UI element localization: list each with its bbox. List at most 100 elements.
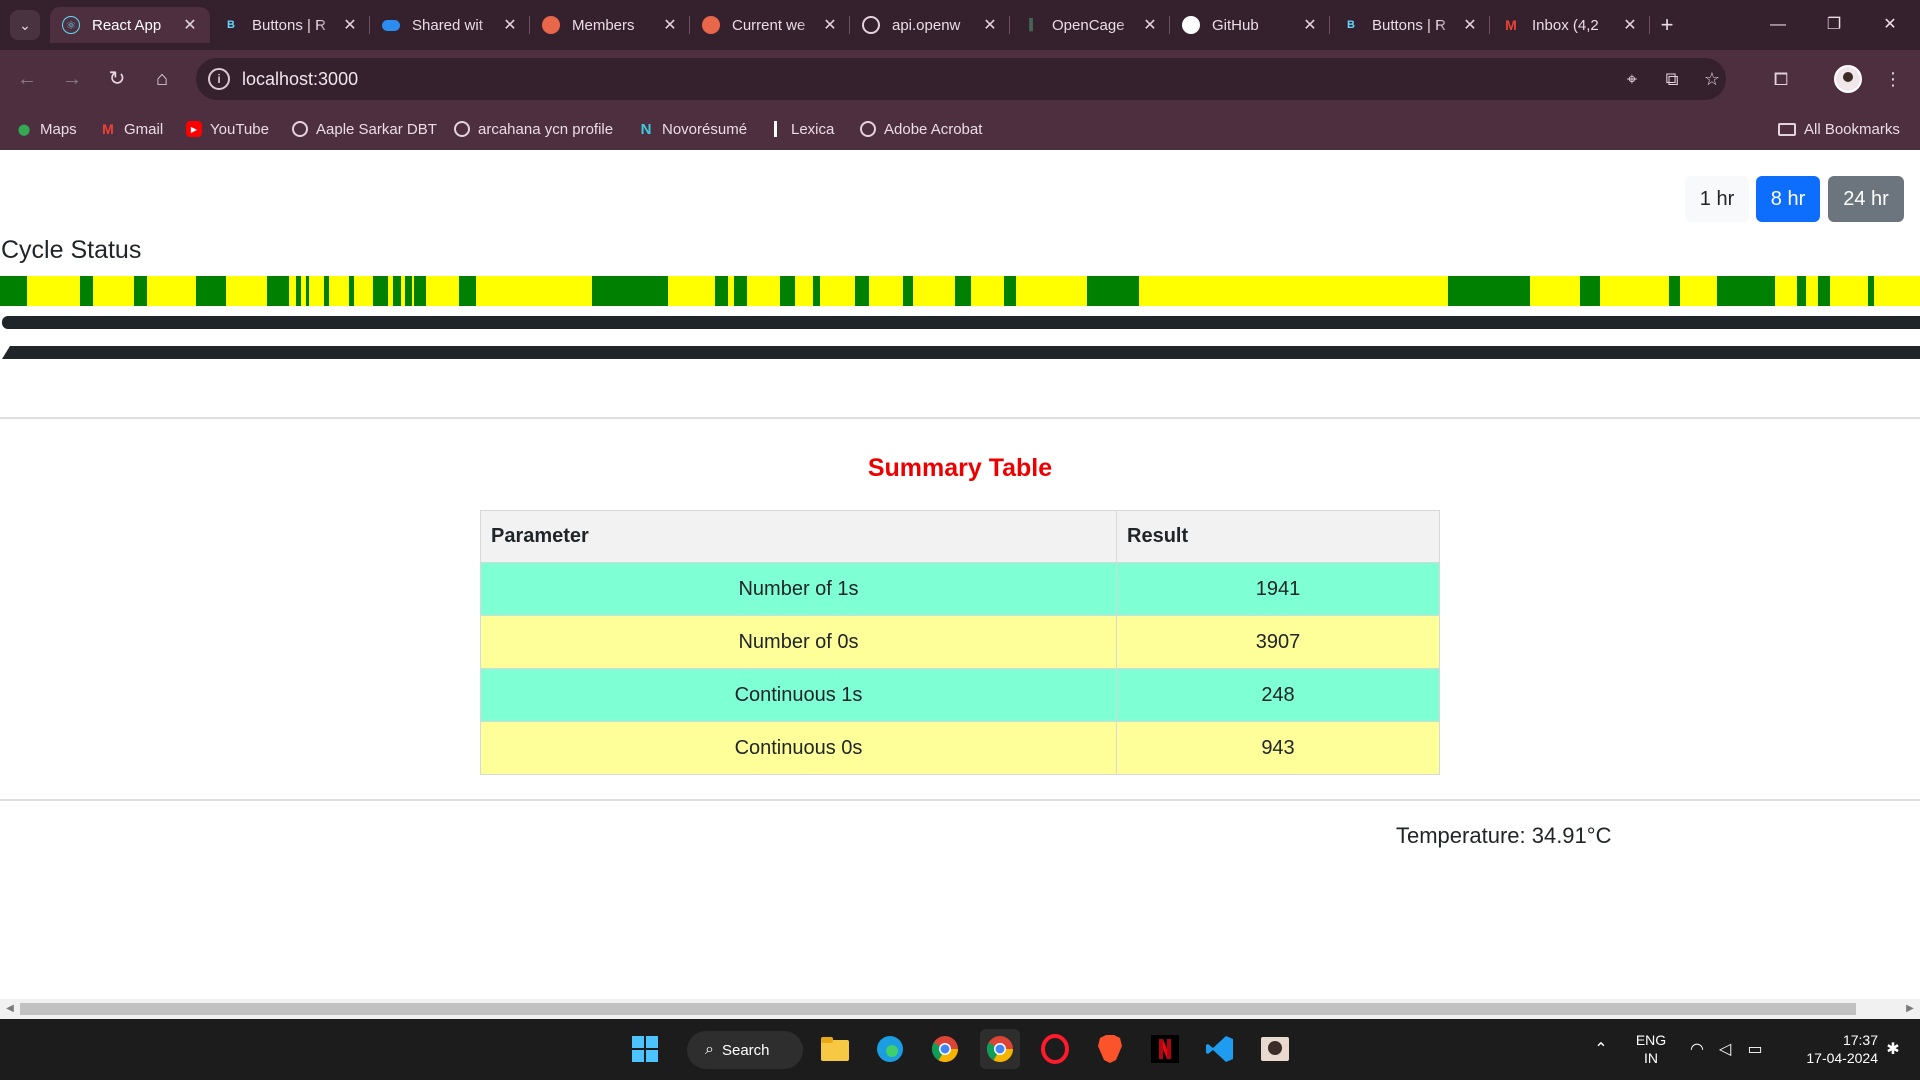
tab-search-button[interactable]: ⌄ — [10, 10, 40, 40]
vscode-icon[interactable] — [1200, 1029, 1240, 1069]
brave-icon[interactable] — [1090, 1029, 1130, 1069]
tab-title: Buttons | R — [252, 16, 326, 34]
status-segment-on — [196, 276, 226, 306]
tab-buttons-1[interactable]: B Buttons | R ✕ — [210, 7, 370, 43]
tab-close-icon[interactable]: ✕ — [340, 15, 360, 35]
bookmark-maps[interactable]: ⬤ Maps — [16, 108, 77, 150]
table-row: Continuous 0s 943 — [480, 721, 1440, 775]
site-info-icon[interactable]: i — [208, 68, 230, 90]
tab-shared[interactable]: Shared wit ✕ — [370, 7, 530, 43]
tab-members[interactable]: Members ✕ — [530, 7, 690, 43]
location-pin-icon[interactable]: ⌖ — [1620, 67, 1644, 91]
range-1hr-button[interactable]: 1 hr — [1685, 176, 1749, 222]
tab-inbox[interactable]: M Inbox (4,2 ✕ — [1490, 7, 1650, 43]
table-row: Continuous 1s 248 — [480, 668, 1440, 722]
bookmark-novoresume[interactable]: N Novorésumé — [638, 108, 747, 150]
app-thumbnail-icon[interactable] — [1255, 1029, 1295, 1069]
volume-icon[interactable]: ◁ — [1714, 1039, 1736, 1061]
profile-avatar[interactable] — [1834, 65, 1862, 93]
status-segment-on — [1818, 276, 1830, 306]
globe-icon — [860, 121, 876, 137]
bookmark-label: Maps — [40, 120, 77, 138]
windows-start-icon[interactable] — [625, 1029, 665, 1069]
horizontal-scrollbar[interactable]: ◀ ▶ — [0, 999, 1920, 1019]
taskbar-search[interactable]: ⌕ Search — [687, 1031, 803, 1069]
bookmark-gmail[interactable]: M Gmail — [100, 108, 163, 150]
tab-current-weather[interactable]: Current we ✕ — [690, 7, 850, 43]
bookmark-aaple-sarkar[interactable]: Aaple Sarkar DBT — [292, 108, 437, 150]
status-segment-on — [134, 276, 147, 306]
minimize-icon[interactable]: — — [1750, 0, 1806, 50]
tab-title: React App — [92, 16, 162, 34]
netflix-icon[interactable] — [1145, 1029, 1185, 1069]
tab-close-icon[interactable]: ✕ — [1620, 15, 1640, 35]
tab-close-icon[interactable]: ✕ — [1460, 15, 1480, 35]
bookmark-star-icon[interactable]: ☆ — [1700, 67, 1724, 91]
tab-title: OpenCage — [1052, 16, 1125, 34]
range-24hr-button[interactable]: 24 hr — [1828, 176, 1904, 222]
bookmark-label: Aaple Sarkar DBT — [316, 120, 437, 138]
bookmark-adobe-acrobat[interactable]: Adobe Acrobat — [860, 108, 982, 150]
url-text[interactable]: localhost:3000 — [242, 69, 358, 90]
tab-close-icon[interactable]: ✕ — [1140, 15, 1160, 35]
status-segment-on — [405, 276, 412, 306]
edge-icon[interactable] — [870, 1029, 910, 1069]
tab-github[interactable]: GitHub ✕ — [1170, 7, 1330, 43]
chrome-icon[interactable] — [925, 1029, 965, 1069]
status-segment-on — [734, 276, 747, 306]
divider-thick — [2, 316, 1920, 329]
tab-opencage[interactable]: ║ OpenCage ✕ — [1010, 7, 1170, 43]
install-app-icon[interactable]: ⧉ — [1660, 67, 1684, 91]
back-arrow-icon[interactable]: ← — [12, 64, 42, 94]
tab-close-icon[interactable]: ✕ — [500, 15, 520, 35]
status-segment-on — [1448, 276, 1530, 306]
bookmark-label: Lexica — [791, 120, 835, 138]
scrollbar-thumb[interactable] — [20, 1003, 1856, 1015]
cloud-icon — [542, 16, 560, 34]
battery-icon[interactable]: ▭ — [1744, 1039, 1766, 1061]
restore-icon[interactable]: ❐ — [1806, 0, 1862, 50]
forward-arrow-icon[interactable]: → — [57, 64, 87, 94]
status-segment-on — [267, 276, 289, 306]
notification-icon[interactable]: ✱ — [1882, 1039, 1904, 1061]
bookmark-label: YouTube — [210, 120, 269, 138]
clock[interactable]: 17:37 17-04-2024 — [1782, 1031, 1878, 1067]
status-segment-on — [373, 276, 388, 306]
all-bookmarks[interactable]: All Bookmarks — [1778, 108, 1900, 150]
home-icon[interactable]: ⌂ — [147, 64, 177, 94]
address-bar[interactable]: i localhost:3000 ⌖ ⧉ ☆ — [196, 58, 1726, 100]
scroll-left-icon[interactable]: ◀ — [0, 999, 20, 1019]
new-tab-button[interactable]: + — [1652, 10, 1682, 40]
menu-dots-icon[interactable]: ⋮ — [1878, 64, 1908, 94]
tab-buttons-2[interactable]: B Buttons | R ✕ — [1330, 7, 1490, 43]
tab-close-icon[interactable]: ✕ — [820, 15, 840, 35]
close-window-icon[interactable]: ✕ — [1862, 0, 1918, 50]
range-8hr-button[interactable]: 8 hr — [1756, 176, 1820, 222]
file-explorer-icon[interactable] — [815, 1029, 855, 1069]
tab-close-icon[interactable]: ✕ — [980, 15, 1000, 35]
tab-react-app[interactable]: ⚛ React App ✕ — [50, 7, 210, 43]
bookmark-lexica[interactable]: Lexica — [774, 108, 834, 150]
table-header-row: Parameter Result — [480, 510, 1440, 563]
bookmark-youtube[interactable]: ▶ YouTube — [186, 108, 269, 150]
reload-icon[interactable]: ↻ — [102, 64, 132, 94]
language-indicator[interactable]: ENG IN — [1628, 1031, 1674, 1067]
bookmark-label: Gmail — [124, 120, 164, 138]
tab-close-icon[interactable]: ✕ — [180, 15, 200, 35]
scroll-right-icon[interactable]: ▶ — [1900, 999, 1920, 1019]
tab-close-icon[interactable]: ✕ — [1300, 15, 1320, 35]
browser-toolbar: ← → ↻ ⌂ i localhost:3000 ⌖ ⧉ ☆ ⧠ ⋮ — [0, 50, 1920, 108]
chrome-profile-icon[interactable] — [980, 1029, 1020, 1069]
react-icon: ⚛ — [62, 16, 80, 34]
tab-title: GitHub — [1212, 16, 1259, 34]
chevron-up-icon[interactable]: ⌃ — [1590, 1039, 1612, 1061]
tab-api-openweather[interactable]: api.openw ✕ — [850, 7, 1010, 43]
wifi-icon[interactable]: ◠ — [1686, 1039, 1708, 1061]
summary-table: Parameter Result Number of 1s 1941 Numbe… — [480, 510, 1440, 775]
tab-close-icon[interactable]: ✕ — [660, 15, 680, 35]
lexica-icon — [774, 121, 777, 137]
bookmark-arcahana[interactable]: arcahana ycn profile — [454, 108, 613, 150]
extensions-icon[interactable]: ⧠ — [1766, 64, 1796, 94]
opera-icon[interactable] — [1035, 1029, 1075, 1069]
temperature-readout: Temperature: 34.91°C — [1396, 823, 1612, 848]
